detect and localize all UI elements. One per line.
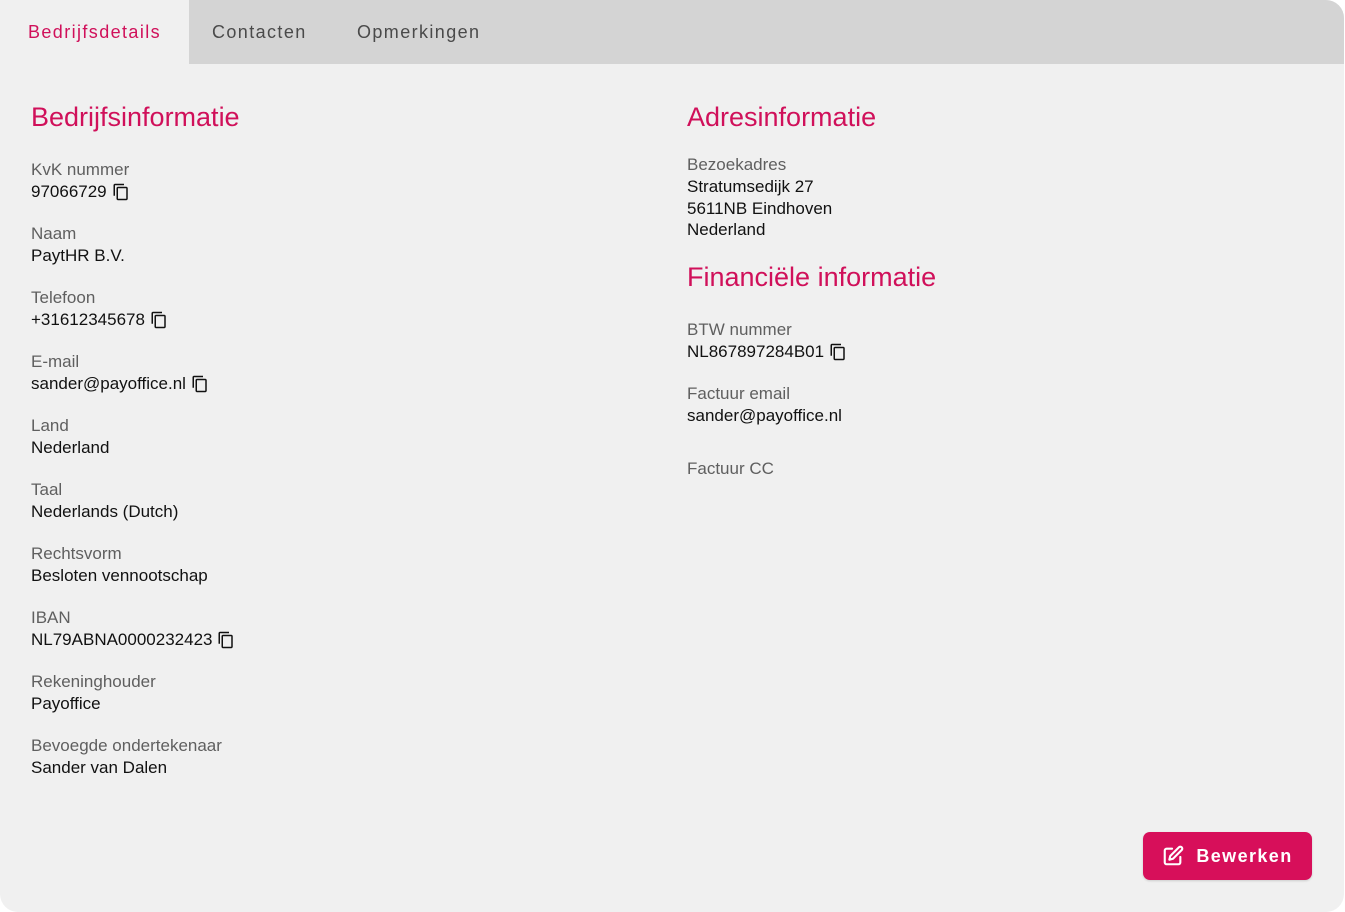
field-telefoon: Telefoon +31612345678 [31, 287, 168, 331]
field-email: E-mail sander@payoffice.nl [31, 351, 209, 395]
address-line: 5611NB Eindhoven [687, 198, 833, 218]
field-value: Payoffice [31, 694, 101, 713]
field-btw-nummer: BTW nummer NL867897284B01 [687, 319, 847, 363]
field-naam: Naam PaytHR B.V. [31, 223, 125, 267]
field-value: Besloten vennootschap [31, 566, 208, 585]
field-rechtsvorm: Rechtsvorm Besloten vennootschap [31, 543, 208, 587]
tab-bedrijfsdetails[interactable]: Bedrijfsdetails [0, 0, 189, 64]
field-value: sander@payoffice.nl [31, 374, 186, 393]
section-title-adresinformatie: Adresinformatie [687, 102, 877, 132]
company-details-panel: Bedrijfsdetails Contacten Opmerkingen Be… [0, 0, 1344, 912]
field-label: Factuur CC [687, 459, 774, 478]
field-label: BTW nummer [687, 320, 792, 339]
field-taal: Taal Nederlands (Dutch) [31, 479, 178, 523]
section-title-financiele-informatie: Financiële informatie [687, 262, 937, 292]
tab-opmerkingen[interactable]: Opmerkingen [357, 0, 480, 64]
edit-icon [1162, 845, 1184, 867]
address-line: Stratumsedijk 27 [687, 177, 814, 196]
field-bevoegde-ondertekenaar: Bevoegde ondertekenaar Sander van Dalen [31, 735, 222, 779]
field-label: Telefoon [31, 288, 96, 307]
field-value: +31612345678 [31, 310, 145, 329]
field-iban: IBAN NL79ABNA0000232423 [31, 607, 235, 651]
field-label: E-mail [31, 352, 80, 371]
copy-icon[interactable] [191, 375, 209, 393]
tab-contacten[interactable]: Contacten [212, 0, 307, 64]
field-value: 97066729 [31, 182, 107, 201]
field-value: Nederlands (Dutch) [31, 502, 179, 521]
field-label: Rechtsvorm [31, 544, 122, 563]
field-label: Rekeninghouder [31, 672, 156, 691]
section-title-bedrijfsinformatie: Bedrijfsinformatie [31, 102, 240, 132]
field-kvk-nummer: KvK nummer 97066729 [31, 159, 130, 203]
field-label: IBAN [31, 608, 71, 627]
field-label: Bezoekadres [687, 155, 787, 174]
copy-icon[interactable] [217, 631, 235, 649]
field-label: KvK nummer [31, 160, 130, 179]
field-label: Land [31, 416, 69, 435]
field-value: NL867897284B01 [687, 342, 825, 361]
field-factuur-cc: Factuur CC [687, 458, 774, 502]
field-label: Bevoegde ondertekenaar [31, 736, 222, 755]
field-value: sander@payoffice.nl [687, 406, 842, 425]
field-value: NL79ABNA0000232423 [31, 630, 213, 649]
field-rekeninghouder: Rekeninghouder Payoffice [31, 671, 156, 715]
field-land: Land Nederland [31, 415, 109, 459]
address-line: Nederland [687, 220, 766, 239]
field-bezoekadres: Bezoekadres Stratumsedijk 27 5611NB Eind… [687, 154, 832, 241]
edit-button[interactable]: Bewerken [1143, 832, 1312, 880]
field-label: Naam [31, 224, 77, 243]
copy-icon[interactable] [829, 343, 847, 361]
edit-button-label: Bewerken [1196, 845, 1293, 866]
field-factuur-email: Factuur email sander@payoffice.nl [687, 383, 842, 427]
copy-icon[interactable] [112, 183, 130, 201]
field-value: Sander van Dalen [31, 758, 168, 777]
field-value: Nederland [31, 438, 110, 457]
field-value: PaytHR B.V. [31, 246, 125, 265]
copy-icon[interactable] [150, 311, 168, 329]
field-label: Taal [31, 480, 63, 499]
field-label: Factuur email [687, 384, 790, 403]
tab-bar: Bedrijfsdetails Contacten Opmerkingen [0, 0, 1344, 64]
